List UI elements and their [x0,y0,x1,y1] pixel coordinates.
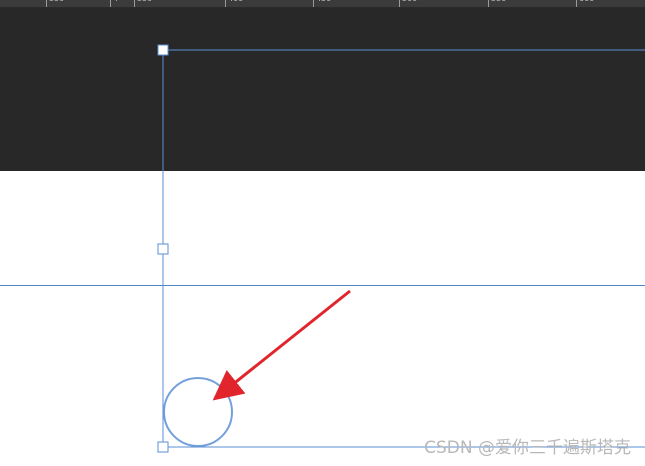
transform-handle-bottom-left[interactable] [157,441,169,453]
rotation-highlight-circle[interactable] [163,377,233,447]
transform-handle-middle-left[interactable] [157,243,169,255]
watermark-text: CSDN @爱你三千遍斯塔克 [424,438,631,458]
canvas-overlay [157,44,645,453]
transform-handle-top-left[interactable] [157,44,169,56]
red-arrow-annotation [212,289,351,401]
